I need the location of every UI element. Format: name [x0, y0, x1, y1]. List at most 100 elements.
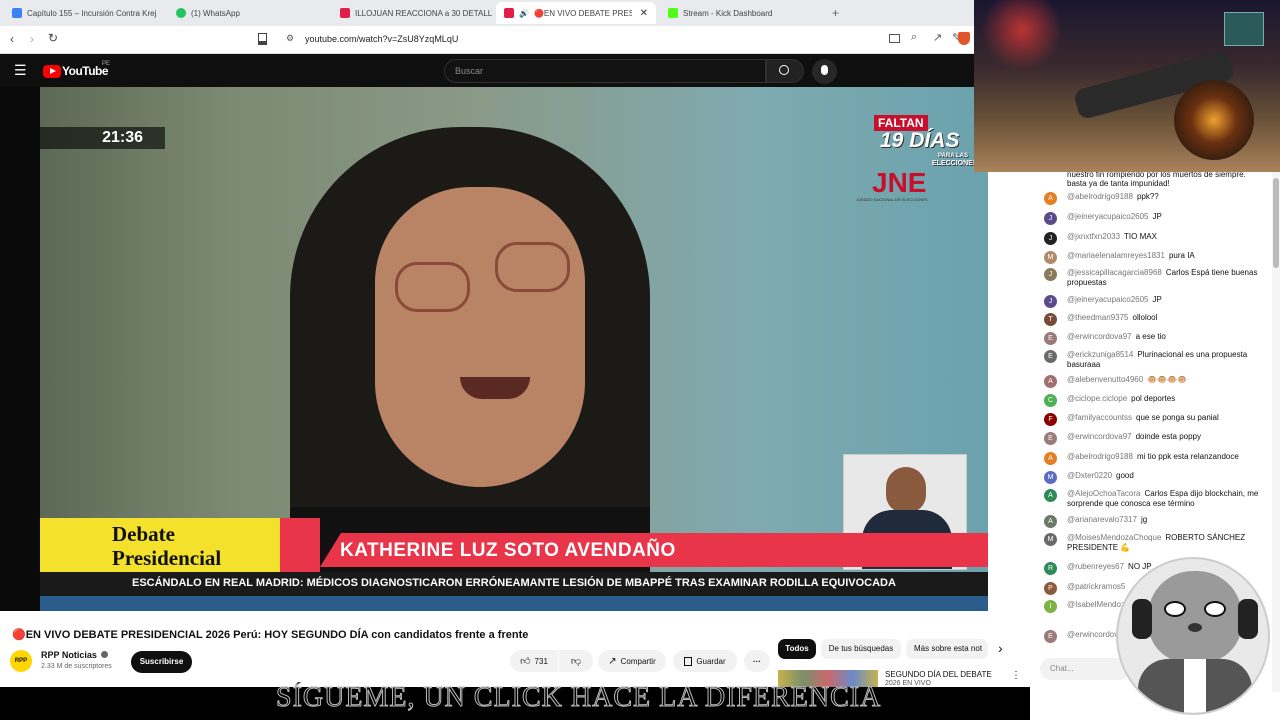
chat-author-avatar[interactable]: J — [1044, 232, 1057, 245]
chip-todos[interactable]: Todos — [778, 639, 816, 659]
chat-author-name[interactable]: @AlejoOchoaTacora — [1067, 489, 1141, 498]
share-icon[interactable]: ↗ — [933, 31, 942, 44]
chat-author-avatar[interactable]: E — [1044, 332, 1057, 345]
new-tab-button[interactable]: + — [824, 2, 844, 24]
chat-author-avatar[interactable]: T — [1044, 313, 1057, 326]
chat-author-avatar[interactable]: E — [1044, 432, 1057, 445]
chat-author-name[interactable]: @jeineryacupaico2605 — [1067, 212, 1149, 221]
microphone-icon — [821, 65, 828, 75]
chat-author-name[interactable]: @familyaccountss — [1067, 413, 1132, 422]
chat-message-text: jg — [1140, 515, 1148, 524]
share-button[interactable]: ↗ Compartir — [598, 650, 666, 672]
share-arrow-icon: ↗ — [608, 655, 617, 667]
chat-author-name[interactable]: @alebenvenutto4960 — [1067, 375, 1143, 384]
chat-author-avatar[interactable]: A — [1044, 375, 1057, 388]
bookmark-icon[interactable] — [258, 33, 267, 45]
search-button[interactable] — [766, 59, 804, 83]
chat-author-name[interactable]: @jxnxtfxn2033 — [1067, 232, 1120, 241]
chat-author-avatar[interactable]: M — [1044, 251, 1057, 264]
menu-icon[interactable]: ☰ — [14, 63, 27, 77]
back-icon[interactable]: ‹ — [10, 32, 14, 46]
channel-name-text: RPP Noticias — [41, 650, 97, 660]
chat-author-avatar[interactable]: R — [1044, 562, 1057, 575]
chat-author-name[interactable]: @abelrodrigo9188 — [1067, 452, 1133, 461]
browser-tab-2[interactable]: (1) WhatsApp — [168, 2, 328, 24]
chat-message-body: @mariaelenalamreyes1831 pura IA — [1067, 251, 1268, 261]
related-more-icon[interactable]: ⋮ — [1011, 670, 1021, 681]
chat-author-name[interactable]: @Dxter0220 — [1067, 471, 1112, 480]
chat-author-name[interactable]: @theedman9375 — [1067, 313, 1129, 322]
chat-author-avatar[interactable]: E — [1044, 350, 1057, 363]
chat-author-name[interactable]: @patrickramos5 — [1067, 582, 1125, 591]
search-input[interactable]: Buscar — [444, 59, 766, 83]
like-button[interactable]: 👍︎ 731 — [510, 650, 558, 672]
youtube-favicon-icon — [340, 8, 350, 18]
chat-author-avatar[interactable]: A — [1044, 515, 1057, 528]
video-player[interactable]: 21:36 FALTAN 19 DÍAS PARA LAS ELECCIONES… — [40, 87, 988, 611]
chat-author-avatar[interactable]: J — [1044, 268, 1057, 281]
chat-message: J @jeineryacupaico2605 JP — [1044, 212, 1268, 225]
chat-author-avatar[interactable]: M — [1044, 471, 1057, 484]
chat-message-body: @jxnxtfxn2033 TIO MAX — [1067, 232, 1268, 242]
chat-author-name[interactable]: @MoisesMendozaChoque — [1067, 533, 1161, 542]
chat-author-avatar[interactable]: M — [1044, 533, 1057, 546]
chat-author-avatar[interactable]: A — [1044, 452, 1057, 465]
chat-message-text: TIO MAX — [1124, 232, 1157, 241]
browser-tab-5[interactable]: Stream - Kick Dashboard — [660, 2, 820, 24]
chips-next-icon[interactable]: › — [998, 640, 1003, 656]
like-count: 731 — [534, 656, 548, 666]
cast-icon[interactable] — [889, 34, 900, 43]
voice-search-button[interactable] — [812, 59, 837, 84]
chat-author-avatar[interactable]: A — [1044, 489, 1057, 502]
chat-author-name[interactable]: @ciclope.ciclope — [1067, 394, 1127, 403]
chat-author-name[interactable]: @erwincordova97 — [1067, 432, 1132, 441]
chat-author-name[interactable]: @erickzuniga8514 — [1067, 350, 1133, 359]
chat-author-name[interactable]: @abelrodrigo9188 — [1067, 192, 1133, 201]
save-button[interactable]: Guardar — [673, 650, 737, 672]
close-tab-icon[interactable]: ✕ — [640, 8, 648, 19]
subscribe-button[interactable]: Suscribirse — [131, 651, 192, 673]
browser-tab-1[interactable]: Capítulo 155 – Incursión Contra Krej — [4, 2, 164, 24]
chat-author-avatar[interactable]: J — [1044, 212, 1057, 225]
channel-name[interactable]: RPP Noticias — [41, 650, 109, 660]
related-title[interactable]: SEGUNDO DÍA DEL DEBATE — [885, 670, 992, 679]
chat-message-text: que se ponga su panial — [1136, 413, 1219, 422]
chat-author-name[interactable]: @rubenreyes67 — [1067, 562, 1124, 571]
chat-author-name[interactable]: @erwincordova97 — [1067, 332, 1132, 341]
chat-author-name[interactable]: @arianarevalo7317 — [1067, 515, 1137, 524]
chat-author-avatar[interactable]: J — [1044, 295, 1057, 308]
browser-tab-3[interactable]: ILLOJUAN REACCIONA a 30 DETALLES — [332, 2, 492, 24]
streamer-avatar — [1116, 557, 1270, 715]
chip-mas[interactable]: Más sobre esta not — [906, 639, 988, 659]
chat-author-avatar[interactable]: F — [1044, 413, 1057, 426]
chat-author-name[interactable]: @mariaelenalamreyes1831 — [1067, 251, 1165, 260]
chat-author-avatar[interactable]: P — [1044, 582, 1057, 595]
chat-author-avatar[interactable]: C — [1044, 394, 1057, 407]
url-text[interactable]: youtube.com/watch?v=ZsU8YzqMLqU — [305, 34, 458, 44]
chat-author-avatar[interactable]: E — [1044, 630, 1057, 643]
chat-input[interactable]: Chat... — [1040, 658, 1130, 680]
banner-accent — [280, 518, 320, 574]
brave-shield-icon[interactable] — [958, 32, 970, 45]
channel-avatar[interactable]: RPP — [10, 650, 32, 672]
subtitle-overlay-layer: SÍGUEME, UN CLICK HACE LA DIFERENCIA — [0, 682, 1030, 720]
chat-author-avatar[interactable]: I — [1044, 600, 1057, 613]
forward-icon[interactable]: › — [30, 32, 34, 46]
chat-author-avatar[interactable]: A — [1044, 192, 1057, 205]
chat-author-name[interactable]: @jeineryacupaico2605 — [1067, 295, 1149, 304]
chat-scrollbar[interactable] — [1272, 172, 1280, 692]
browser-tab-active[interactable]: 🔊 🔴EN VIVO DEBATE PRESIDE ✕ — [496, 2, 656, 24]
dislike-button[interactable]: 👎︎ — [559, 650, 593, 672]
chip-busquedas[interactable]: De tus búsquedas — [821, 639, 901, 659]
chat-scroll-thumb[interactable] — [1273, 178, 1279, 268]
browser-tab-bar: Capítulo 155 – Incursión Contra Krej (1)… — [0, 0, 974, 26]
site-info-icon[interactable]: ⚙ — [286, 33, 294, 44]
chat-author-name[interactable]: @jessicapillacagarcia8968 — [1067, 268, 1162, 277]
more-actions-button[interactable]: ··· — [744, 650, 770, 672]
thumbs-up-icon: 👍︎ — [520, 656, 531, 667]
youtube-header: ☰ YouTube PE Buscar — [0, 54, 974, 88]
youtube-logo-icon[interactable] — [43, 65, 61, 78]
zoom-icon[interactable]: ⌕ — [911, 31, 917, 44]
chat-message-body: @familyaccountss que se ponga su panial — [1067, 413, 1268, 423]
reload-icon[interactable]: ↻ — [48, 31, 58, 45]
